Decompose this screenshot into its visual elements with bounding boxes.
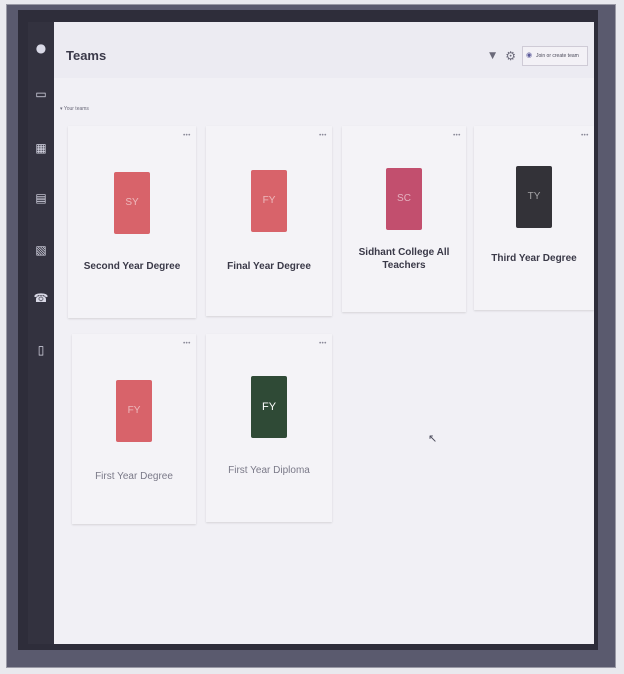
team-tile: SY	[114, 172, 150, 234]
main-area: Teams ▼ ⚙ ◉ Join or create team ▾ Your t…	[54, 22, 594, 644]
team-card[interactable]: ••• SC Sidhant College All Teachers	[342, 126, 466, 312]
team-name: Second Year Degree	[83, 261, 181, 272]
team-name: Final Year Degree	[227, 261, 311, 272]
more-options-icon[interactable]: •••	[318, 132, 327, 139]
filter-icon[interactable]: ▼	[489, 51, 496, 61]
header-bar: Teams ▼ ⚙ ◉ Join or create team	[54, 22, 594, 78]
team-name: Third Year Degree	[491, 253, 577, 264]
team-tile: FY	[251, 170, 287, 232]
team-card[interactable]: ••• FY Final Year Degree	[206, 126, 332, 316]
page-title: Teams	[66, 48, 107, 63]
app-rail: ● ▭ ▦ ▤ ▧ ☎ ▯	[28, 22, 54, 644]
team-card[interactable]: ••• TY Third Year Degree	[474, 126, 594, 310]
team-tile: TY	[516, 166, 552, 228]
teams-icon[interactable]: ▦	[33, 140, 49, 156]
join-button-label: Join or create team	[536, 53, 579, 59]
assignments-icon[interactable]: ▤	[33, 190, 49, 206]
team-tile: FY	[116, 380, 152, 442]
more-options-icon[interactable]: •••	[182, 340, 191, 347]
settings-icon[interactable]: ⚙	[505, 49, 516, 63]
teams-screen: ● ▭ ▦ ▤ ▧ ☎ ▯ Teams ▼ ⚙ ◉ Join or create…	[28, 22, 594, 644]
section-label-text: Your teams	[63, 106, 89, 112]
join-team-icon: ◉	[526, 51, 533, 59]
more-options-icon[interactable]: •••	[580, 132, 589, 139]
join-or-create-team-button[interactable]: ◉ Join or create team	[522, 46, 588, 66]
more-options-icon[interactable]: •••	[452, 132, 461, 139]
team-name: First Year Degree	[95, 471, 173, 482]
calendar-icon[interactable]: ▧	[33, 242, 49, 258]
chat-icon[interactable]: ▭	[33, 86, 49, 102]
team-tile: SC	[386, 168, 422, 230]
team-card[interactable]: ••• FY First Year Degree	[72, 334, 196, 524]
team-card[interactable]: ••• FY First Year Diploma	[206, 334, 332, 522]
team-name: First Year Diploma	[228, 465, 310, 476]
team-card[interactable]: ••• SY Second Year Degree	[68, 126, 196, 318]
calls-icon[interactable]: ☎	[33, 290, 49, 306]
more-options-icon[interactable]: •••	[182, 132, 191, 139]
section-label-your-teams[interactable]: ▾ Your teams	[60, 106, 89, 112]
team-name: Sidhant College All Teachers	[358, 247, 450, 271]
mouse-cursor-icon: ↖	[428, 432, 438, 445]
activity-icon[interactable]: ●	[33, 40, 49, 56]
files-icon[interactable]: ▯	[33, 342, 49, 358]
more-options-icon[interactable]: •••	[318, 340, 327, 347]
team-tile: FY	[251, 376, 287, 438]
